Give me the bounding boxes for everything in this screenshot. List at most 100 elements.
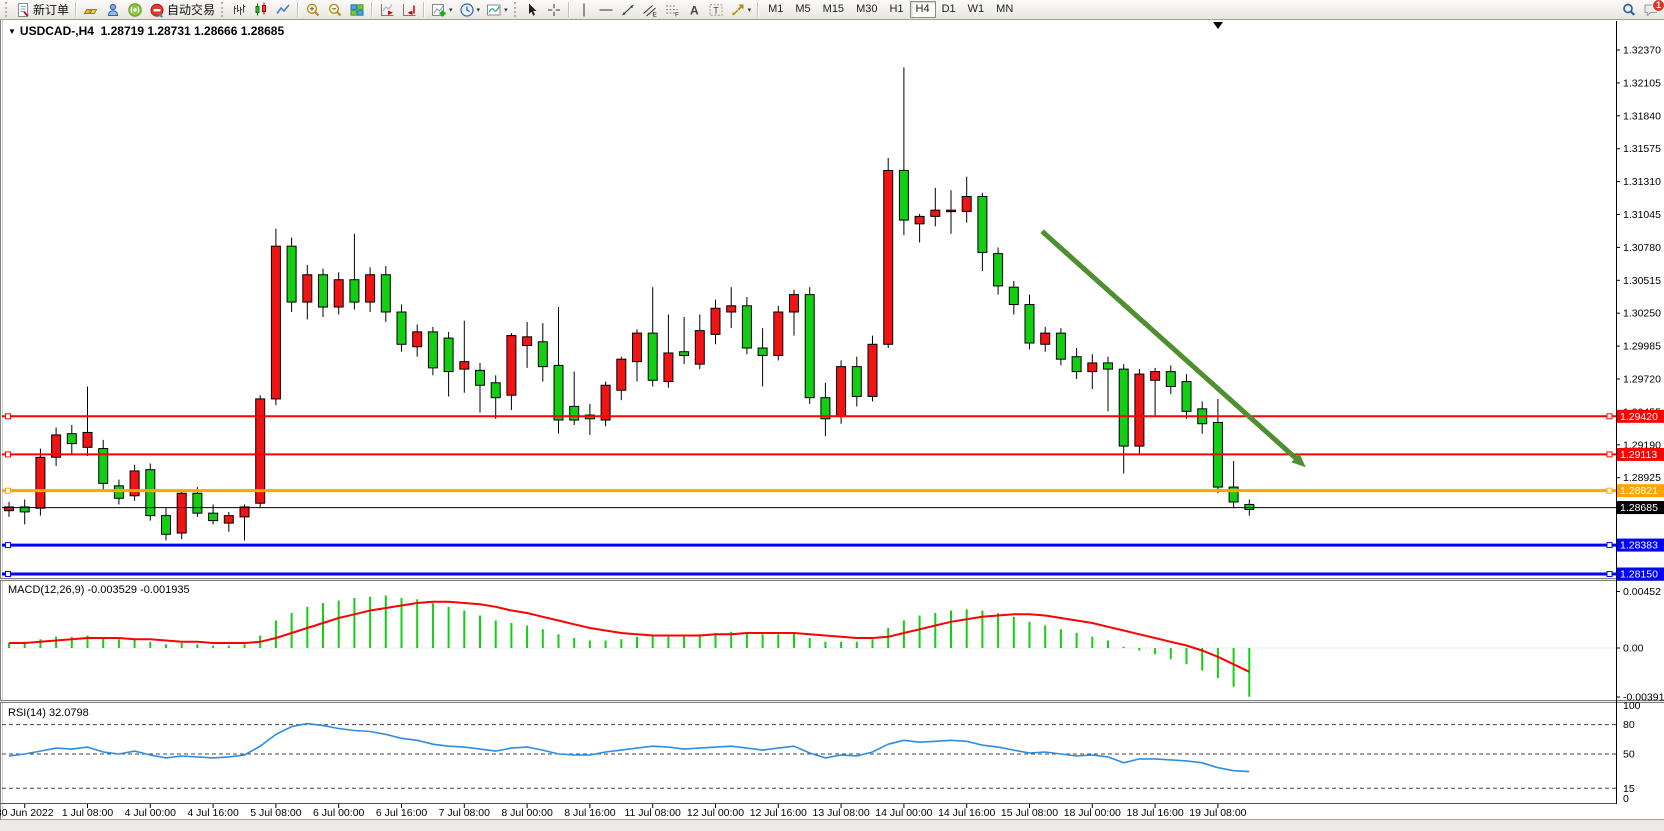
chart-canvas[interactable]: 1.323701.321051.318401.315751.313101.310… [0,0,1664,831]
label-button[interactable]: T [705,0,727,20]
line-handle[interactable] [6,488,11,493]
crosshair-button[interactable] [543,0,565,20]
price-axis-label: 1.30250 [1623,308,1661,320]
dropdown-arrow-icon[interactable]: ▾ [504,6,508,14]
toolbar-grip[interactable] [514,2,518,17]
vertical-line-button[interactable] [573,0,595,20]
toolbar-separator [568,2,570,17]
textA-icon: A [686,2,702,18]
bar-chart-button[interactable] [228,0,250,20]
candle [491,383,500,398]
timeframe-d1-button[interactable]: D1 [936,1,962,18]
text-button[interactable]: A [683,0,705,20]
line-handle[interactable] [6,414,11,419]
candle [334,280,343,307]
toolbar-grip[interactable] [5,2,9,17]
search-button[interactable] [1618,0,1640,20]
toolbar-grip[interactable] [221,2,225,17]
profile-button[interactable] [102,0,124,20]
broadcast-button[interactable] [124,0,146,20]
arrows-button[interactable]: ▾ [727,0,755,20]
dropdown-arrow-icon[interactable]: ▾ [449,6,453,14]
candle-chart-button[interactable] [250,0,272,20]
templates-button[interactable]: ▾ [483,0,511,20]
auto-scroll-button[interactable] [376,0,398,20]
zoom-in-button[interactable] [302,0,324,20]
time-axis-label: 7 Jul 08:00 [439,807,491,819]
time-axis-label: 8 Jul 16:00 [564,807,616,819]
candle [899,170,908,220]
indicators-button[interactable]: ▾ [428,0,456,20]
line-handle[interactable] [6,452,11,457]
window-chrome [0,20,1664,831]
collapse-chart-icon[interactable]: ▼ [8,27,16,36]
timeframe-m1-button[interactable]: M1 [762,1,789,18]
line-handle[interactable] [6,543,11,548]
candle [36,457,45,508]
autotrade-button[interactable]: 自动交易 [146,0,218,20]
candle [758,348,767,355]
candle [805,295,814,398]
dropdown-arrow-icon[interactable]: ▾ [477,6,481,14]
tile-windows-button[interactable] [346,0,368,20]
crosshair-icon [546,2,562,18]
shiftL-icon [379,2,395,18]
timeframe-h4-button[interactable]: H4 [910,1,936,18]
price-axis-label: 1.31045 [1623,209,1661,221]
cursor-button[interactable] [521,0,543,20]
candle [931,210,940,216]
candle [570,406,579,420]
timeframe-m5-button[interactable]: M5 [789,1,816,18]
line-handle[interactable] [1607,414,1612,419]
price-tag: 1.29113 [1620,449,1657,461]
tile-icon [349,2,365,18]
horizontal-line-button[interactable] [595,0,617,20]
candle [319,275,328,307]
chart-shift-button[interactable] [398,0,420,20]
candle [1041,333,1050,344]
line-handle[interactable] [1607,571,1612,576]
candle [538,342,547,367]
zoom-out-button[interactable] [324,0,346,20]
time-axis-label: 18 Jul 00:00 [1064,807,1121,819]
candle [67,434,76,444]
line-handle[interactable] [1607,452,1612,457]
dropdown-arrow-icon[interactable]: ▾ [748,6,752,14]
price-tag: 1.28685 [1620,502,1658,514]
line-handle[interactable] [1607,543,1612,548]
chat-button[interactable]: 1 [1640,0,1662,20]
timeframe-mn-button[interactable]: MN [990,1,1019,18]
time-axis-label: 5 Jul 08:00 [250,807,302,819]
time-axis-label: 15 Jul 08:00 [1001,807,1058,819]
time-axis-label: 11 Jul 08:00 [624,807,681,819]
line-handle[interactable] [6,571,11,576]
candle [790,295,799,312]
person-icon [105,2,121,18]
line-chart-button[interactable] [272,0,294,20]
time-axis-label: 14 Jul 00:00 [875,807,932,819]
periods-button[interactable]: ▾ [456,0,484,20]
trend-icon [620,2,636,18]
new-order-button[interactable]: 新订单 [12,0,72,20]
timeframe-m30-button[interactable]: M30 [850,1,883,18]
gold-button[interactable] [80,0,102,20]
price-axis-label: 1.30515 [1623,275,1661,287]
chart-symbol-period: USDCAD-,H4 [20,24,94,38]
trendline-button[interactable] [617,0,639,20]
fibonacci-button[interactable]: F [661,0,683,20]
fibo-icon: F [664,2,680,18]
channel-button[interactable]: E [639,0,661,20]
timeframe-m15-button[interactable]: M15 [817,1,850,18]
timeframe-h1-button[interactable]: H1 [883,1,909,18]
notification-badge: 1 [1652,0,1664,12]
sound-icon [127,2,143,18]
candle [224,516,233,523]
candle [162,516,171,535]
candle [633,333,642,362]
toolbar-separator [423,2,425,17]
candle [209,513,218,520]
zoomout-icon [327,2,343,18]
timeframe-w1-button[interactable]: W1 [962,1,991,18]
line-handle[interactable] [1607,488,1612,493]
time-axis-label: 6 Jul 16:00 [376,807,428,819]
